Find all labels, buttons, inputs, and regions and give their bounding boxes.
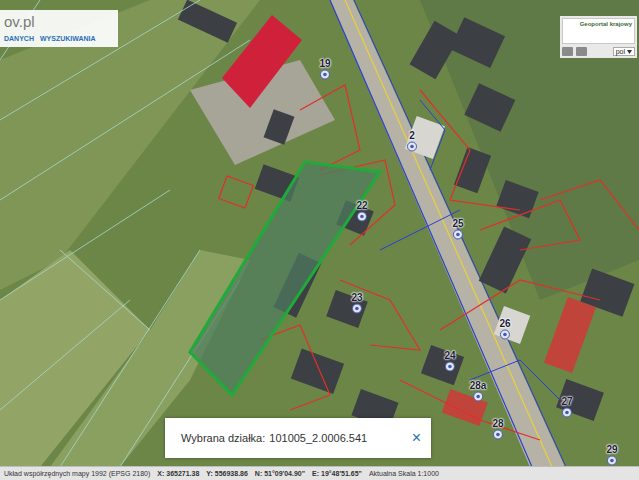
- close-button[interactable]: ×: [412, 429, 421, 447]
- dropdown-arrow-icon: [627, 50, 632, 54]
- address-point-icon: [445, 361, 456, 372]
- map-scale: Aktualna Skala 1:1000: [369, 470, 439, 477]
- selection-popup: Wybrana działka: 101005_2.0006.541 ×: [165, 418, 431, 458]
- address-point-icon: [500, 329, 511, 340]
- logo[interactable]: ov.pl: [4, 13, 112, 31]
- menu-bar: DANYCH WYSZUKIWANIA: [4, 35, 112, 42]
- address-pin[interactable]: 29: [606, 444, 617, 466]
- orthophoto-map[interactable]: [0, 0, 639, 466]
- y-coordinate: Y: 556938.86: [206, 470, 248, 477]
- service-title: Geoportal krajowy: [580, 21, 632, 27]
- save-button[interactable]: [576, 47, 587, 56]
- header-panel: ov.pl DANYCH WYSZUKIWANIA: [0, 10, 118, 47]
- language-select[interactable]: pol: [613, 47, 635, 56]
- latitude: N: 51°09'04.90": [255, 470, 305, 477]
- address-point-icon: [493, 429, 504, 440]
- map-widget: Geoportal krajowy pol: [560, 16, 637, 58]
- address-pin[interactable]: 27: [561, 396, 572, 418]
- x-coordinate: X: 365271.38: [157, 470, 199, 477]
- address-pin[interactable]: 19: [319, 58, 330, 80]
- print-button[interactable]: [562, 47, 573, 56]
- parcel-id: 101005_2.0006.541: [269, 432, 367, 444]
- address-pin[interactable]: 25: [452, 218, 463, 240]
- selected-parcel[interactable]: [190, 162, 380, 395]
- address-pin[interactable]: 28a: [470, 380, 487, 402]
- longitude: E: 19°48'51.65": [312, 470, 362, 477]
- address-point-icon: [407, 141, 418, 152]
- address-pin[interactable]: 28: [492, 418, 503, 440]
- address-point-icon: [562, 407, 573, 418]
- overview-map[interactable]: Geoportal krajowy: [562, 18, 635, 44]
- address-pin[interactable]: 2: [407, 130, 418, 152]
- address-pin[interactable]: 22: [356, 200, 367, 222]
- address-pin[interactable]: 26: [499, 318, 510, 340]
- address-point-icon: [453, 229, 464, 240]
- address-point-icon: [357, 211, 368, 222]
- address-point-icon: [320, 69, 331, 80]
- address-point-icon: [352, 303, 363, 314]
- menu-item[interactable]: DANYCH: [4, 35, 34, 42]
- map-view[interactable]: ov.pl DANYCH WYSZUKIWANIA Geoportal krajowy…: [0, 0, 639, 466]
- address-pin[interactable]: 24: [444, 350, 455, 372]
- geoportal-page: ov.pl DANYCH WYSZUKIWANIA Geoportal krajowy…: [0, 0, 639, 480]
- menu-item[interactable]: WYSZUKIWANIA: [40, 35, 96, 42]
- address-pin[interactable]: 23: [351, 292, 362, 314]
- widget-toolbar: pol: [562, 47, 635, 56]
- parcel-label: Wybrana działka:: [181, 432, 265, 444]
- address-point-icon: [607, 455, 618, 466]
- crs-info: Układ współrzędnych mapy 1992 (EPSG 2180…: [4, 470, 150, 477]
- status-bar: Układ współrzędnych mapy 1992 (EPSG 2180…: [0, 466, 639, 480]
- address-point-icon: [473, 391, 484, 402]
